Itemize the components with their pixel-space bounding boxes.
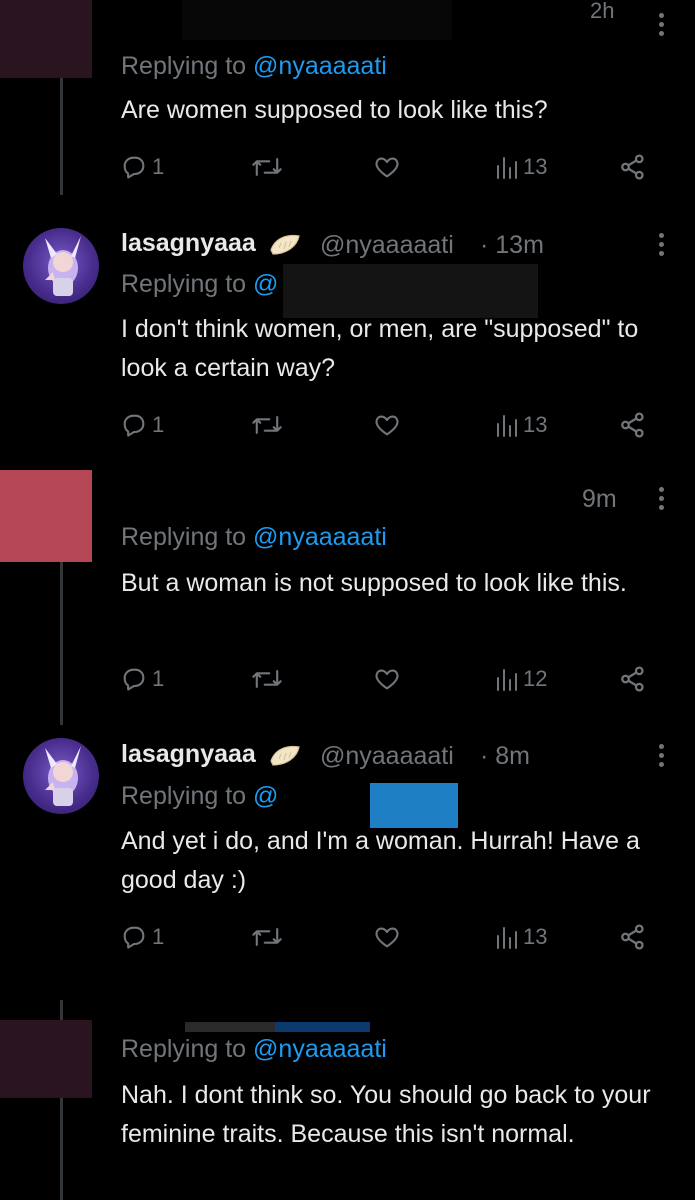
tweet-text: But a woman is not supposed to look like…: [121, 569, 627, 597]
mention-link[interactable]: @: [253, 270, 278, 298]
like-icon: [375, 415, 399, 436]
replying-to: Replying to @nyaaaaati: [121, 1035, 387, 1064]
like-button[interactable]: [373, 150, 401, 184]
replying-to: Replying to @nyaaaaati: [121, 52, 387, 81]
reply-count: 1: [152, 154, 165, 179]
mention-link[interactable]: @nyaaaaati: [253, 523, 387, 551]
reply-icon: [123, 926, 145, 949]
tweet-actions: 1 13: [120, 150, 660, 184]
retweet-button[interactable]: [250, 920, 284, 954]
retweet-button[interactable]: [250, 408, 284, 442]
retweet-icon: [252, 669, 282, 689]
replying-to-label: Replying to: [121, 782, 247, 810]
views-icon: [497, 927, 517, 949]
views-button[interactable]: 13: [495, 920, 547, 954]
reply-icon: [123, 414, 145, 437]
replying-to-label: Replying to: [121, 270, 247, 298]
replying-to-label: Replying to: [121, 1035, 247, 1063]
views-button[interactable]: 13: [495, 150, 547, 184]
redacted-name: [182, 0, 452, 40]
views-button[interactable]: 12: [495, 662, 547, 696]
redacted-name: [275, 1022, 370, 1032]
replying-to-label: Replying to: [121, 523, 247, 551]
tweet-text: Are women supposed to look like this?: [121, 96, 548, 124]
avatar[interactable]: [23, 738, 99, 814]
reply-count: 1: [152, 412, 165, 437]
views-button[interactable]: 13: [495, 408, 547, 442]
redacted-name: [185, 1022, 275, 1032]
retweet-button[interactable]: [250, 662, 284, 696]
tweet-time[interactable]: · 8m: [480, 742, 530, 771]
more-icon[interactable]: [659, 744, 665, 771]
more-icon[interactable]: [659, 487, 665, 514]
view-count: 12: [523, 666, 548, 691]
share-icon: [621, 154, 644, 180]
share-button[interactable]: [618, 920, 648, 954]
view-count: 13: [523, 154, 548, 179]
handle[interactable]: @nyaaaaati: [320, 742, 454, 771]
tweet-actions: 1 13: [120, 408, 660, 442]
replying-to: Replying to @: [121, 270, 278, 299]
reply-icon: [123, 156, 145, 179]
like-button[interactable]: [373, 408, 401, 442]
share-button[interactable]: [618, 150, 648, 184]
retweet-icon: [252, 415, 282, 435]
redacted-name: [125, 470, 580, 525]
reply-count: 1: [152, 924, 165, 949]
like-icon: [375, 927, 399, 948]
share-button[interactable]: [618, 408, 648, 442]
replying-to-label: Replying to: [121, 52, 247, 80]
more-icon[interactable]: [659, 13, 665, 40]
dumpling-emoji-icon: [270, 235, 300, 255]
share-icon: [621, 666, 644, 692]
like-icon: [375, 669, 399, 690]
reply-button[interactable]: 1: [120, 408, 164, 442]
avatar-image: [45, 236, 81, 296]
mention-link[interactable]: @: [253, 782, 278, 810]
tweet-time[interactable]: 9m: [582, 485, 617, 514]
display-name[interactable]: lasagnyaaa: [121, 229, 301, 258]
more-icon[interactable]: [659, 233, 665, 260]
like-icon: [375, 157, 399, 178]
display-name[interactable]: lasagnyaaa: [121, 740, 301, 769]
share-icon: [621, 412, 644, 438]
like-button[interactable]: [373, 920, 401, 954]
reply-button[interactable]: 1: [120, 662, 164, 696]
retweet-icon: [252, 927, 282, 947]
view-count: 13: [523, 412, 548, 437]
views-icon: [497, 415, 517, 437]
reply-icon: [123, 668, 145, 691]
share-icon: [621, 924, 644, 950]
tweet-actions: 1 13: [120, 920, 660, 954]
tweet-time[interactable]: · 13m: [480, 231, 544, 260]
view-count: 13: [523, 924, 548, 949]
display-name-text: lasagnyaaa: [121, 229, 256, 257]
reply-count: 1: [152, 666, 165, 691]
retweet-button[interactable]: [250, 150, 284, 184]
share-button[interactable]: [618, 662, 648, 696]
redacted-avatar: [0, 0, 92, 78]
dumpling-emoji-icon: [270, 746, 300, 766]
tweet-text: I don't think women, or men, are "suppos…: [121, 315, 639, 382]
avatar-image: [45, 746, 81, 806]
mention-link[interactable]: @nyaaaaati: [253, 52, 387, 80]
display-name-text: lasagnyaaa: [121, 740, 256, 768]
reply-button[interactable]: 1: [120, 920, 164, 954]
tweet-actions: 1 12: [120, 662, 660, 696]
redacted-avatar: [0, 470, 92, 562]
reply-button[interactable]: 1: [120, 150, 164, 184]
tweet-text: Nah. I dont think so. You should go back…: [121, 1081, 651, 1148]
retweet-icon: [252, 157, 282, 177]
handle[interactable]: @nyaaaaati: [320, 231, 454, 260]
avatar[interactable]: [23, 228, 99, 304]
views-icon: [497, 157, 517, 179]
tweet-text: And yet i do, and I'm a woman. Hurrah! H…: [121, 827, 640, 894]
views-icon: [497, 669, 517, 691]
replying-to: Replying to @nyaaaaati: [121, 523, 387, 552]
like-button[interactable]: [373, 662, 401, 696]
redacted-avatar: [0, 1020, 92, 1098]
replying-to: Replying to @: [121, 782, 278, 811]
mention-link[interactable]: @nyaaaaati: [253, 1035, 387, 1063]
tweet-time: 2h: [590, 0, 615, 23]
